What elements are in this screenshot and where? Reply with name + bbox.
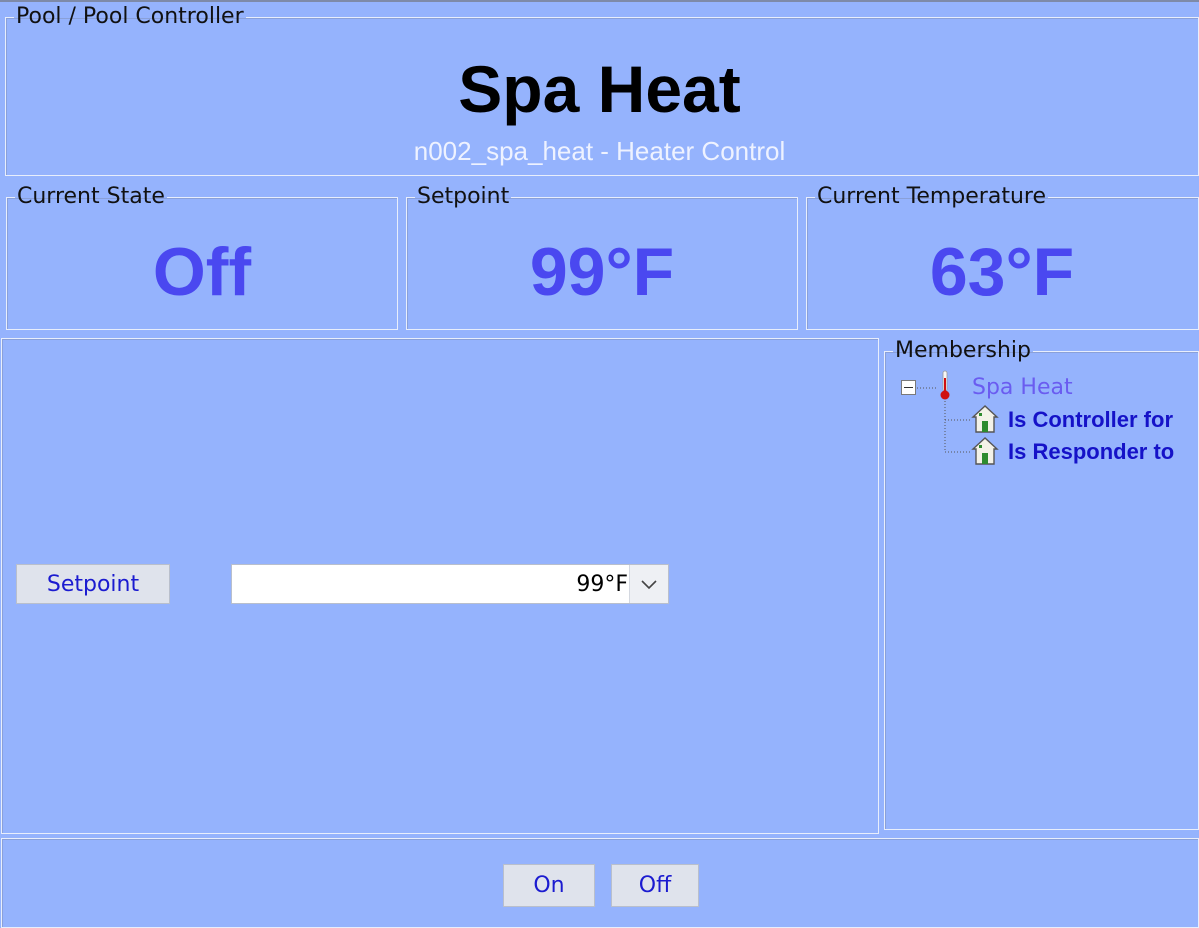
- setpoint-button[interactable]: Setpoint: [16, 564, 170, 604]
- footer-panel: [1, 838, 1199, 928]
- house-icon: [971, 437, 999, 465]
- setpoint-value: 99°F: [529, 234, 675, 310]
- thermometer-icon: [940, 370, 950, 400]
- current-temperature-label: Current Temperature: [817, 184, 1046, 209]
- page-subtitle: n002_spa_heat - Heater Control: [413, 136, 786, 166]
- tree-item-is-responder-to[interactable]: Is Responder to: [1008, 439, 1174, 465]
- house-icon: [971, 405, 999, 433]
- on-button[interactable]: On: [503, 864, 595, 907]
- chevron-down-icon: [641, 580, 657, 590]
- current-state-value: Off: [152, 234, 252, 310]
- select-arrow-area[interactable]: [629, 565, 668, 603]
- collapse-toggle-icon[interactable]: [901, 380, 916, 395]
- tree-item-spa-heat[interactable]: Spa Heat: [972, 375, 1073, 400]
- setpoint-label: Setpoint: [417, 184, 510, 209]
- page-title: Spa Heat: [458, 52, 741, 126]
- window-top-border: [0, 0, 1199, 2]
- current-temperature-value: 63°F: [929, 234, 1075, 310]
- setpoint-select-value: 99°F: [576, 572, 628, 597]
- tree-item-is-controller-for[interactable]: Is Controller for: [1008, 407, 1173, 433]
- current-state-label: Current State: [17, 184, 165, 209]
- setpoint-select[interactable]: 99°F: [231, 564, 669, 604]
- membership-tree: Spa Heat Is Controller for Is Responder …: [884, 340, 1199, 830]
- off-button[interactable]: Off: [611, 864, 699, 907]
- breadcrumb: Pool / Pool Controller: [16, 4, 244, 29]
